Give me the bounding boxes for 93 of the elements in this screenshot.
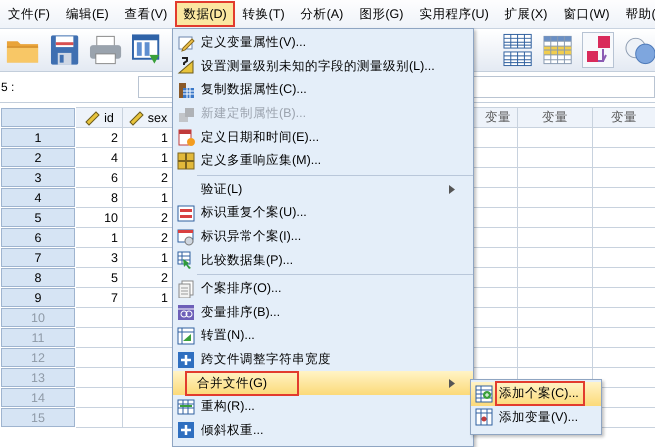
- menu-item[interactable]: 验证(L): [173, 178, 473, 202]
- menu-item[interactable]: 定义日期和时间(E)...: [173, 125, 473, 149]
- table-cell[interactable]: 5: [76, 268, 122, 288]
- magnifier-icon: [177, 228, 195, 246]
- grid-icon: [177, 152, 195, 170]
- menu-item[interactable]: 定义多重响应集(M)...: [173, 148, 473, 173]
- menu-item[interactable]: 实用程序(U): [411, 1, 497, 27]
- menu-item-label: 定义多重响应集(M)...: [200, 152, 322, 170]
- row-number[interactable]: 9: [0, 288, 76, 308]
- row-number[interactable]: 4: [0, 188, 76, 208]
- menu-item[interactable]: 重构(R)...: [173, 394, 473, 418]
- ruler-icon: [128, 110, 144, 126]
- table-icon: [177, 326, 195, 345]
- plus-icon: [177, 350, 195, 369]
- row-number[interactable]: 1: [0, 128, 76, 148]
- ruler-icon: [84, 110, 100, 126]
- row-number[interactable]: 3: [0, 168, 76, 188]
- menu-item-label: 变量排序(B)...: [200, 304, 282, 321]
- menu-item[interactable]: 添加个案(C)...: [471, 382, 601, 406]
- document-icon: [177, 280, 195, 298]
- menu-item[interactable]: 个案排序(O)...: [173, 276, 473, 301]
- cell-reference-label: 5 :: [0, 79, 16, 96]
- save-icon[interactable]: [50, 34, 80, 66]
- menu-item[interactable]: 文件(F): [0, 1, 58, 27]
- table-cell[interactable]: 1: [76, 228, 122, 248]
- menu-item-label: 验证(L): [200, 180, 244, 198]
- table-cell[interactable]: 6: [76, 168, 122, 188]
- column-header-label: id: [104, 110, 114, 124]
- row-number[interactable]: 7: [0, 248, 76, 268]
- menu-item[interactable]: 设置测量级别未知的字段的测量级别(L)...: [173, 54, 473, 78]
- menu-item[interactable]: 窗口(W): [555, 1, 618, 27]
- menu-item[interactable]: 扩展(X): [496, 1, 556, 27]
- menu-item[interactable]: 跨文件调整字符串宽度: [173, 348, 473, 372]
- column-header[interactable]: id: [76, 108, 122, 128]
- column-header[interactable]: 变量: [592, 108, 655, 128]
- menu-item[interactable]: 数据(D): [175, 1, 235, 27]
- table-icon: [177, 398, 195, 416]
- menu-item-label: 复制数据属性(C)...: [200, 81, 308, 98]
- pencil-icon: [177, 34, 195, 52]
- stacked-tables-icon[interactable]: [503, 33, 533, 67]
- plus-icon: [177, 421, 195, 440]
- menu-item-label: 新建定制属性(B)...: [200, 105, 308, 122]
- column-header[interactable]: sex: [122, 108, 172, 128]
- table-cell[interactable]: 7: [76, 288, 122, 308]
- menu-item[interactable]: 查看(V): [116, 1, 176, 27]
- menu-item-label: 重构(R)...: [200, 398, 256, 416]
- menu-item[interactable]: 比较数据集(P)...: [173, 248, 473, 272]
- menu-item[interactable]: 添加变量(V)...: [471, 406, 601, 430]
- menu-item-label: 跨文件调整字符串宽度: [200, 351, 332, 368]
- table-icon: [177, 80, 195, 99]
- value-labels-icon[interactable]: [584, 35, 611, 65]
- row-number[interactable]: 2: [0, 148, 76, 168]
- column-header-label: sex: [148, 110, 168, 124]
- table-cell[interactable]: 4: [76, 148, 122, 168]
- row-number[interactable]: 8: [0, 268, 76, 288]
- menu-item[interactable]: 编辑(E): [58, 1, 117, 27]
- menu-item[interactable]: 转换(T): [234, 1, 293, 27]
- column-header[interactable]: 变量: [518, 108, 592, 128]
- ruler-icon: [177, 57, 195, 76]
- menu-item[interactable]: 转置(N)...: [173, 324, 473, 348]
- menu-item-label: 标识异常个案(I)...: [200, 228, 302, 246]
- window-download-icon[interactable]: [132, 34, 162, 66]
- table-cell[interactable]: 8: [76, 188, 122, 208]
- menu-item[interactable]: 分析(A): [292, 1, 352, 27]
- menu-item[interactable]: 复制数据属性(C)...: [173, 78, 473, 102]
- table-cell[interactable]: 10: [76, 208, 122, 228]
- menu-item-label: 比较数据集(P)...: [200, 252, 294, 269]
- menu-item-label: 标识重复个案(U)...: [200, 204, 308, 222]
- highlighted-table-icon[interactable]: [542, 35, 572, 65]
- menu-item-label: 添加个案(C)...: [497, 383, 583, 404]
- menu-item[interactable]: 变量排序(B)...: [173, 300, 473, 324]
- menu-item[interactable]: 图形(G): [351, 1, 412, 27]
- columns-icon: [177, 303, 195, 322]
- menu-item-label: 定义变量属性(V)...: [200, 34, 308, 52]
- menu-item-label: 定义日期和时间(E)...: [200, 128, 320, 146]
- menu-item-label: 个案排序(O)...: [200, 280, 282, 298]
- menu-item-label: 添加变量(V)...: [498, 408, 580, 426]
- menu-item[interactable]: 定义变量属性(V)...: [173, 31, 473, 55]
- row-number[interactable]: 5: [0, 208, 76, 228]
- menu-item-label: 转置(N)...: [200, 327, 256, 344]
- menu-item[interactable]: 标识异常个案(I)...: [173, 224, 473, 248]
- menu-item-label: 设置测量级别未知的字段的测量级别(L)...: [200, 58, 436, 75]
- table-icon: [177, 204, 195, 222]
- row-number[interactable]: 6: [0, 228, 76, 248]
- table-cell[interactable]: 2: [76, 128, 122, 148]
- calendar-icon: [177, 128, 195, 146]
- menu-item[interactable]: 合并文件(G): [173, 371, 473, 395]
- table-cell[interactable]: 3: [76, 248, 122, 268]
- menu-item-label: 倾斜权重...: [200, 422, 264, 439]
- menu-item[interactable]: 倾斜权重...: [173, 418, 473, 442]
- printer-icon[interactable]: [89, 35, 122, 65]
- menu-item-label: 合并文件(G): [187, 372, 298, 394]
- menu-item[interactable]: 标识重复个案(U)...: [173, 201, 473, 225]
